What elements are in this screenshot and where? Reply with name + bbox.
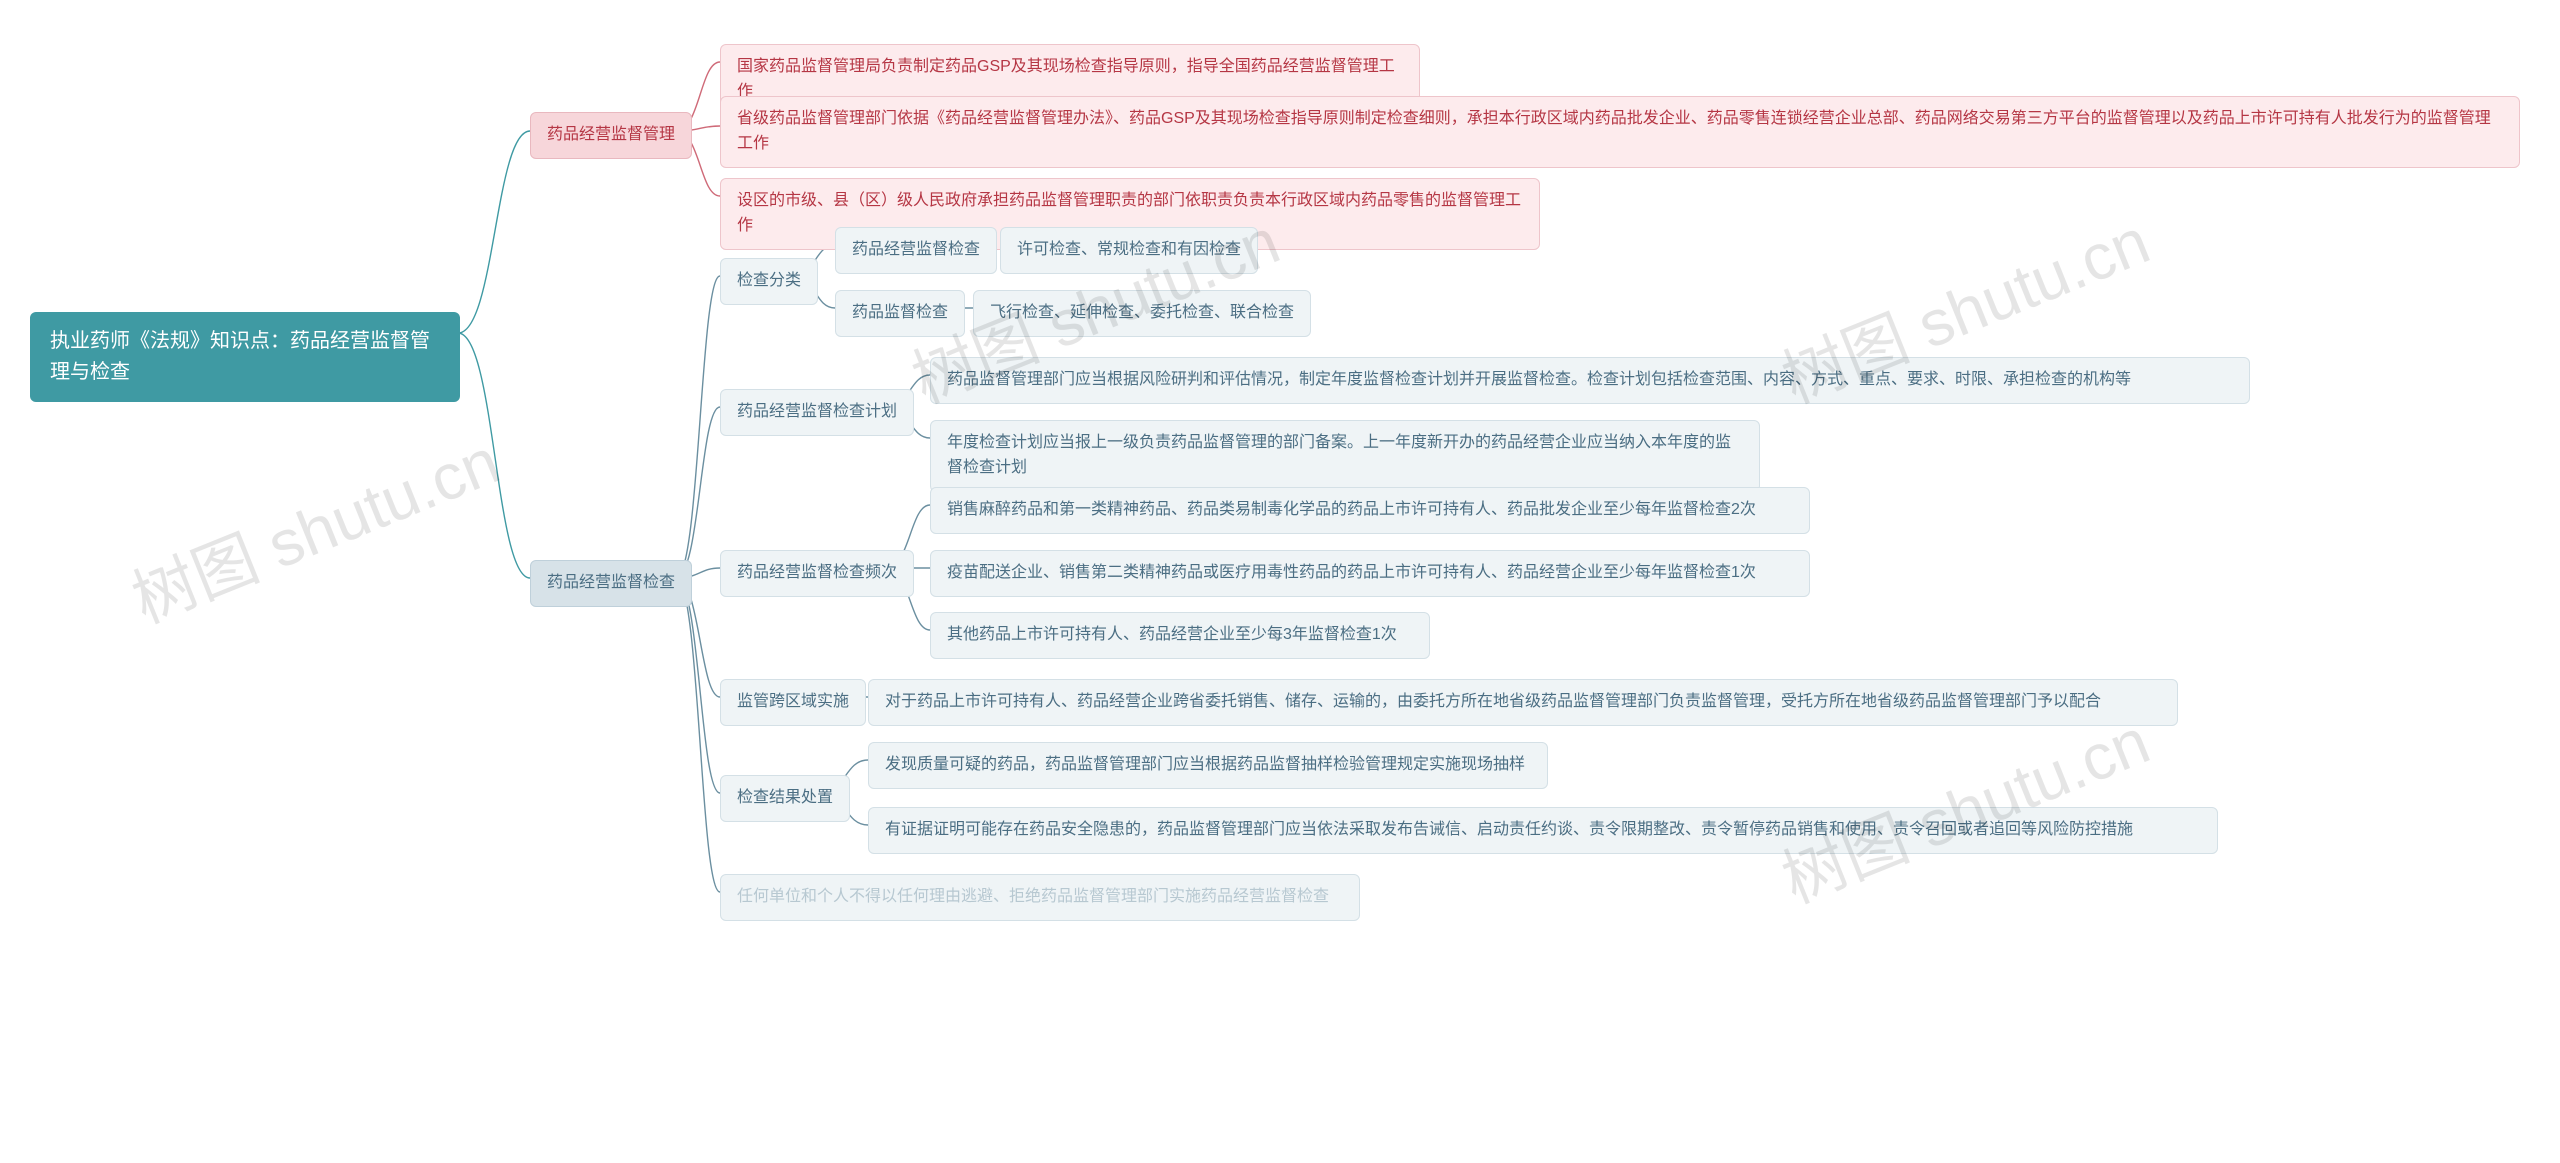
sub-frequency[interactable]: 药品经营监督检查频次 — [720, 550, 914, 597]
sub-cross-region[interactable]: 监管跨区域实施 — [720, 679, 866, 726]
root-node[interactable]: 执业药师《法规》知识点：药品经营监督管理与检查 — [30, 312, 460, 402]
sub5-item-0: 发现质量可疑的药品，药品监督管理部门应当根据药品监督抽样检验管理规定实施现场抽样 — [868, 742, 1548, 789]
sub3-item-2: 其他药品上市许可持有人、药品经营企业至少每3年监督检查1次 — [930, 612, 1430, 659]
branch-inspection[interactable]: 药品经营监督检查 — [530, 560, 692, 607]
branch1-item-1: 省级药品监督管理部门依据《药品经营监督管理办法》、药品GSP及其现场检查指导原则… — [720, 96, 2520, 168]
branch-management[interactable]: 药品经营监督管理 — [530, 112, 692, 159]
sub1-item0-label: 药品经营监督检查 — [835, 227, 997, 274]
sub2-item-0: 药品监督管理部门应当根据风险研判和评估情况，制定年度监督检查计划并开展监督检查。… — [930, 357, 2250, 404]
sub3-item-0: 销售麻醉药品和第一类精神药品、药品类易制毒化学品的药品上市许可持有人、药品批发企… — [930, 487, 1810, 534]
branch2-note: 任何单位和个人不得以任何理由逃避、拒绝药品监督管理部门实施药品经营监督检查 — [720, 874, 1360, 921]
sub3-item-1: 疫苗配送企业、销售第二类精神药品或医疗用毒性药品的药品上市许可持有人、药品经营企… — [930, 550, 1810, 597]
watermark: 树图 shutu.cn — [117, 411, 511, 642]
sub2-item-1: 年度检查计划应当报上一级负责药品监督管理的部门备案。上一年度新开办的药品经营企业… — [930, 420, 1760, 492]
sub-result[interactable]: 检查结果处置 — [720, 775, 850, 822]
sub4-item-0: 对于药品上市许可持有人、药品经营企业跨省委托销售、储存、运输的，由委托方所在地省… — [868, 679, 2178, 726]
sub-classification[interactable]: 检查分类 — [720, 258, 818, 305]
sub-plan[interactable]: 药品经营监督检查计划 — [720, 389, 914, 436]
